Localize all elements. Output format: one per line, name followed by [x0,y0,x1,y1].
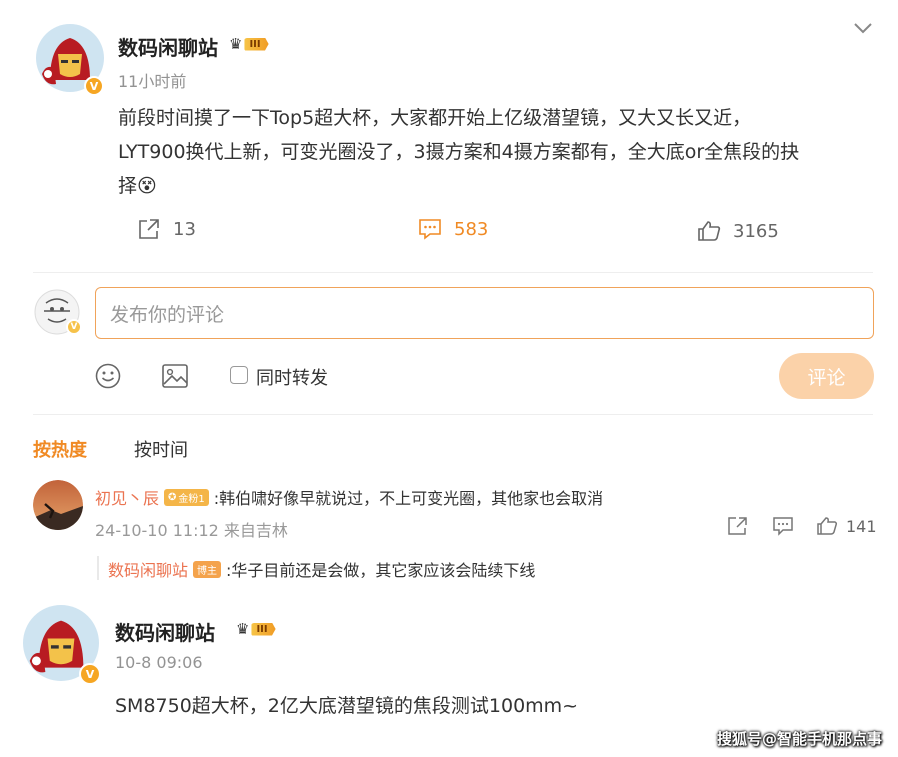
reply-indicator [97,556,99,580]
comment-icon [419,219,441,240]
author-avatar[interactable]: V [36,24,104,96]
post-time[interactable]: 10-8 09:06 [115,653,203,672]
content-line: 择😵 [118,175,157,197]
vip-level-badge: ♛ III [229,35,269,53]
comment-input[interactable]: 发布你的评论 [95,287,874,339]
level-label: III [244,37,269,51]
reply-text: :华子目前还是会做，其它家应该会陆续下线 [226,561,536,580]
reply-author-name[interactable]: 数码闲聊站 [108,557,188,581]
tab-sort-hot[interactable]: 按热度 [33,436,87,462]
post-time[interactable]: 11小时前 [118,68,186,92]
post-content: SM8750超大杯，2亿大底潜望镜的焦段测试100mm~ [115,695,579,717]
vip-level-badge: ♛ III [236,620,276,638]
repost-checkbox[interactable] [230,366,248,384]
comment-meta: 24-10-10 11:12 来自吉林 [95,521,288,540]
comment-like-button[interactable]: 141 [816,516,877,536]
verified-badge-icon: V [66,319,82,335]
comment-count: 583 [454,218,489,240]
reply-line: 数码闲聊站 博主 :华子目前还是会做，其它家应该会陆续下线 [108,557,535,581]
divider [33,272,873,273]
author-name[interactable]: 数码闲聊站 [115,617,215,646]
comment-reply-icon[interactable] [772,516,794,540]
share-count: 13 [173,218,196,240]
fan-badge-icon: ✪ [168,491,177,503]
commenter-name[interactable]: 初见丶辰 [95,485,159,509]
comment-line: 初见丶辰 ✪ 金粉1 :韩伯啸好像早就说过，不上可变光圈，其他家也会取消 [95,485,603,509]
verified-badge-icon: V [79,663,101,685]
comment-share-icon[interactable] [727,516,749,540]
content-line: LYT900换代上新，可变光圈没了，3摄方案和4摄方案都有，全大底or全焦段的抉 [118,141,800,163]
fan-badge-label: 金粉1 [178,493,205,505]
content-line: 前段时间摸了一下Top5超大杯，大家都开始上亿级潜望镜，又大又长又近， [118,107,752,129]
repost-label[interactable]: 同时转发 [256,364,328,390]
post-content: 前段时间摸了一下Top5超大杯，大家都开始上亿级潜望镜，又大又长又近， LYT9… [118,101,878,203]
level-label: III [251,622,276,636]
current-user-avatar[interactable]: V [34,289,82,335]
verified-badge-icon: V [84,76,104,96]
crown-icon: ♛ [229,35,243,53]
submit-comment-button[interactable]: 评论 [779,353,874,399]
tab-sort-time[interactable]: 按时间 [134,436,188,462]
divider [33,414,873,415]
commenter-avatar[interactable] [33,480,83,530]
share-button[interactable]: 13 [137,218,196,240]
comment-input-placeholder: 发布你的评论 [110,303,225,326]
comment-button[interactable]: 583 [418,218,488,240]
thumbs-up-icon [698,221,721,241]
author-name[interactable]: 数码闲聊站 [118,32,218,61]
author-badge: 博主 [193,560,222,578]
crown-icon: ♛ [236,620,250,638]
comment-like-count: 141 [846,516,877,536]
like-count: 3165 [733,220,779,242]
like-button[interactable]: 3165 [697,220,779,242]
fan-badge: ✪ 金粉1 [164,488,209,506]
thumbs-up-icon [817,517,838,535]
image-icon[interactable] [161,363,189,393]
emoji-icon[interactable] [95,363,121,393]
author-avatar[interactable]: V [23,605,101,685]
comment-text: :韩伯啸好像早就说过，不上可变光圈，其他家也会取消 [213,489,604,508]
chevron-down-icon[interactable] [853,20,873,39]
share-icon [139,219,159,239]
watermark: 搜狐号@智能手机那点事 [716,730,882,748]
